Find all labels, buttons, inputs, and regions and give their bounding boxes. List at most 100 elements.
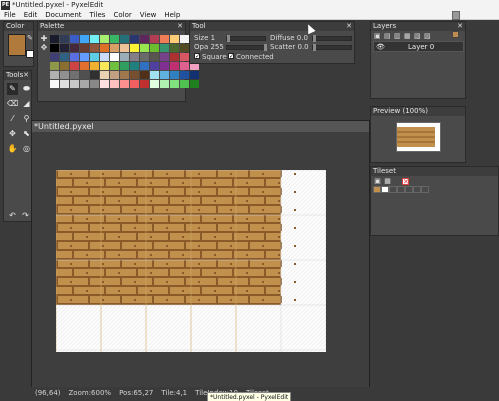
layer-settings-icon[interactable]: ▨ [424, 32, 431, 40]
palette-swatch[interactable] [110, 62, 119, 70]
opacity-knob[interactable] [264, 44, 267, 51]
palette-swatch[interactable] [110, 71, 119, 79]
palette-swatch[interactable] [50, 62, 59, 70]
close-icon[interactable]: ✕ [346, 22, 352, 31]
tileset-add-icon[interactable]: ▣ [374, 178, 381, 185]
palette-swatch[interactable] [140, 80, 149, 88]
menu-edit[interactable]: Edit [20, 11, 42, 19]
palette-swatch[interactable] [180, 80, 189, 88]
palette-swatch[interactable] [180, 44, 189, 52]
fill-tool-icon[interactable]: ⌫ [7, 98, 18, 110]
palette-swatch[interactable] [140, 35, 149, 43]
menu-view[interactable]: View [136, 11, 161, 19]
tile-cell[interactable] [389, 186, 397, 193]
palette-swatch[interactable] [50, 35, 59, 43]
palette-swatch[interactable] [100, 71, 109, 79]
palette-swatch[interactable] [160, 62, 169, 70]
palette-swatch[interactable] [120, 80, 129, 88]
palette-swatch[interactable] [120, 44, 129, 52]
duplicate-layer-icon[interactable]: ▤ [384, 32, 391, 40]
palette-swatch[interactable] [100, 53, 109, 61]
palette-swatch[interactable] [170, 80, 179, 88]
diffuse-knob[interactable] [313, 35, 316, 42]
document-tab[interactable]: *Untitled.pyxel [32, 121, 369, 132]
palette-swatch[interactable] [190, 71, 199, 79]
tile-cell[interactable] [397, 186, 405, 193]
close-icon[interactable]: ✕ [457, 22, 463, 31]
palette-swatch[interactable] [60, 35, 69, 43]
palette-swatch[interactable] [90, 44, 99, 52]
palette-swatch[interactable] [170, 44, 179, 52]
layer-row[interactable]: 👁 Layer 0 [373, 41, 464, 52]
hand-tool-icon[interactable]: ✋ [7, 143, 18, 155]
tileset-delete-icon[interactable]: ✕ [402, 178, 409, 186]
menu-help[interactable]: Help [160, 11, 184, 19]
pencil-icon[interactable]: ✎ [27, 34, 34, 42]
palette-swatch[interactable] [160, 35, 169, 43]
palette-swatch[interactable] [70, 71, 79, 79]
square-checkbox[interactable]: ✓ [194, 53, 200, 60]
secondary-color-swatch[interactable] [26, 50, 34, 58]
palette-swatch[interactable] [170, 71, 179, 79]
palette-swatch[interactable] [110, 44, 119, 52]
palette-swatch[interactable] [130, 71, 139, 79]
undo-icon[interactable]: ↶ [7, 210, 18, 222]
redo-icon[interactable]: ↷ [20, 210, 31, 222]
palette-swatch[interactable] [130, 80, 139, 88]
canvas-drawing[interactable] [56, 170, 326, 352]
layer-down-icon[interactable]: ▧ [414, 32, 421, 40]
palette-swatch[interactable] [160, 53, 169, 61]
pixel-canvas[interactable] [56, 170, 326, 352]
palette-swatch[interactable] [50, 71, 59, 79]
palette-swatch[interactable] [70, 44, 79, 52]
primary-color-swatch[interactable] [8, 34, 26, 56]
tile-cell[interactable] [421, 186, 429, 193]
tile-cell[interactable] [413, 186, 421, 193]
palette-swatch[interactable] [70, 80, 79, 88]
tile-cell[interactable] [373, 186, 381, 193]
move-tool-icon[interactable]: ✥ [7, 128, 18, 140]
palette-swatch[interactable] [80, 35, 89, 43]
palette-swatch[interactable] [140, 62, 149, 70]
palette-swatch[interactable] [160, 71, 169, 79]
palette-swatch[interactable] [120, 62, 129, 70]
opacity-slider[interactable] [226, 44, 267, 51]
palette-swatch[interactable] [190, 80, 199, 88]
tile-cell[interactable] [381, 186, 389, 193]
add-layer-icon[interactable]: ▣ [374, 32, 381, 40]
palette-swatch[interactable] [180, 62, 189, 70]
palette-swatch[interactable] [70, 53, 79, 61]
eraser-tool-icon[interactable]: ⬬ [21, 83, 32, 95]
palette-swatch[interactable] [80, 71, 89, 79]
menu-document[interactable]: Document [41, 11, 85, 19]
palette-swatch[interactable] [120, 53, 129, 61]
palette-swatch[interactable] [140, 53, 149, 61]
palette-swatch[interactable] [70, 35, 79, 43]
palette-swatch[interactable] [100, 80, 109, 88]
palette-swatch[interactable] [120, 35, 129, 43]
select-tool-icon[interactable]: ◢ [21, 98, 32, 110]
palette-swatch[interactable] [150, 44, 159, 52]
trash-icon[interactable] [452, 11, 460, 20]
palette-swatch[interactable] [170, 35, 179, 43]
tileset-grid-icon[interactable]: ▦ [384, 178, 391, 185]
palette-swatch[interactable] [60, 80, 69, 88]
size-knob[interactable] [227, 35, 230, 42]
scatter-knob[interactable] [313, 44, 316, 51]
palette-swatch[interactable] [140, 71, 149, 79]
palette-swatch[interactable] [130, 53, 139, 61]
palette-swatch[interactable] [90, 80, 99, 88]
tile-cell[interactable] [405, 186, 413, 193]
palette-swatch[interactable] [130, 62, 139, 70]
palette-swatch[interactable] [60, 53, 69, 61]
palette-swatch[interactable] [160, 80, 169, 88]
palette-swatch[interactable] [80, 80, 89, 88]
diffuse-slider[interactable] [312, 35, 352, 42]
connected-checkbox[interactable]: ✓ [228, 53, 234, 60]
palette-swatch[interactable] [180, 71, 189, 79]
palette-swatch[interactable] [180, 53, 189, 61]
move-color-icon[interactable]: ✥ [40, 43, 48, 52]
palette-swatch[interactable] [60, 71, 69, 79]
close-icon[interactable]: ✕ [177, 22, 183, 31]
palette-swatch[interactable] [180, 35, 189, 43]
